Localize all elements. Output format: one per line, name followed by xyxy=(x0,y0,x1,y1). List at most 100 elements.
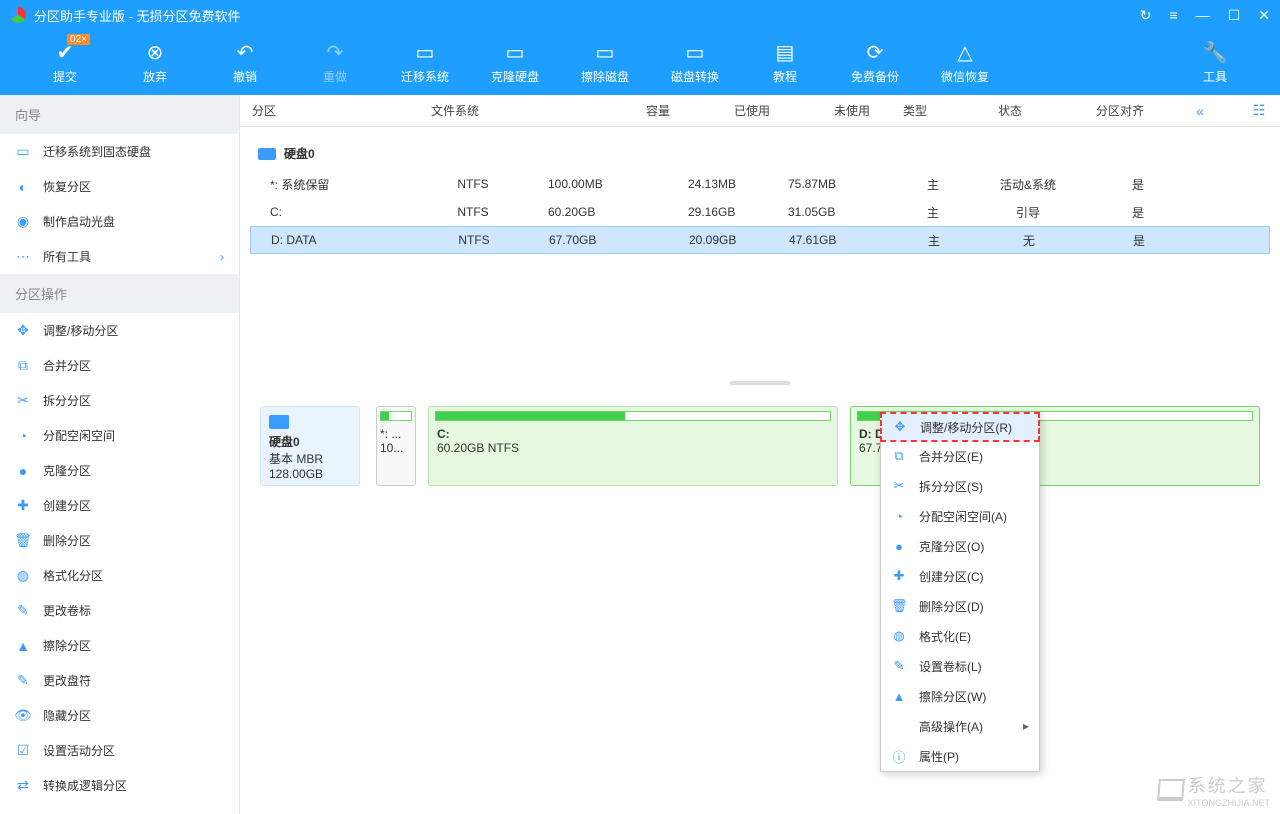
chevron-right-icon: › xyxy=(220,250,224,264)
sidebar: 向导 ▭迁移系统到固态硬盘◐恢复分区◉制作启动光盘⋯所有工具› 分区操作 ✥调整… xyxy=(0,95,240,814)
window-title: 分区助手专业版 - 无损分区免费软件 xyxy=(34,6,1140,25)
sidebar-glyph-icon: ✂ xyxy=(15,393,31,409)
tool-教程[interactable]: ▤教程 xyxy=(740,40,830,85)
op-分配空闲空间[interactable]: ◔分配空闲空间 xyxy=(0,418,239,453)
context-高级操作(A)[interactable]: 高级操作(A)▸ xyxy=(881,711,1039,741)
collapse-columns-icon[interactable]: « xyxy=(1180,103,1220,119)
tool-label: 重做 xyxy=(323,68,347,85)
close-icon[interactable]: ✕ xyxy=(1258,7,1270,24)
context-glyph-icon: ⧉ xyxy=(891,448,907,464)
partition-columns: 分区 文件系统 容量 已使用 未使用 类型 状态 分区对齐 « ☷ xyxy=(240,95,1280,127)
op-设置活动分区[interactable]: ☑设置活动分区 xyxy=(0,733,239,768)
sidebar-glyph-icon: 👁 xyxy=(15,708,31,724)
context-label: 克隆分区(O) xyxy=(919,538,984,555)
tool-icon: ▭ xyxy=(503,40,527,64)
refresh-icon[interactable]: ↻ xyxy=(1140,7,1152,24)
op-格式化分区[interactable]: ◍格式化分区 xyxy=(0,558,239,593)
disk-box-name: 硬盘0 xyxy=(269,433,351,450)
col-filesystem[interactable]: 文件系统 xyxy=(380,102,530,119)
sidebar-item-label: 克隆分区 xyxy=(43,462,91,479)
context-创建分区(C)[interactable]: ✚创建分区(C) xyxy=(881,561,1039,591)
sidebar-item-label: 制作启动光盘 xyxy=(43,213,115,230)
op-转换成逻辑分区[interactable]: ⇄转换成逻辑分区 xyxy=(0,768,239,803)
column-options-icon[interactable]: ☷ xyxy=(1250,102,1280,119)
tool-label: 教程 xyxy=(773,68,797,85)
sidebar-item-label: 设置活动分区 xyxy=(43,742,115,759)
col-partition[interactable]: 分区 xyxy=(240,102,380,119)
volume-*: ...[interactable]: *: ...10... xyxy=(376,406,416,486)
context-格式化(E)[interactable]: ◍格式化(E) xyxy=(881,621,1039,651)
tool-微信恢复[interactable]: △ 微信恢复 xyxy=(920,40,1010,85)
context-擦除分区(W)[interactable]: ▲ 擦除分区(W) xyxy=(881,681,1039,711)
minimize-icon[interactable]: — xyxy=(1196,7,1210,24)
sidebar-glyph-icon: ◍ xyxy=(15,568,31,584)
partition-row[interactable]: D: DATANTFS67.70GB20.09GB47.61GB主无是 xyxy=(250,226,1270,254)
context-分配空闲空间(A)[interactable]: ◔分配空闲空间(A) xyxy=(881,501,1039,531)
context-克隆分区(O)[interactable]: ● 克隆分区(O) xyxy=(881,531,1039,561)
volume-C:[interactable]: C:60.20GB NTFS xyxy=(428,406,838,486)
context-拆分分区(S)[interactable]: ✂拆分分区(S) xyxy=(881,471,1039,501)
disk-visual: 硬盘0 基本 MBR 128.00GB *: ...10...C:60.20GB… xyxy=(240,390,1280,510)
tool-克隆硬盘[interactable]: ▭克隆硬盘 xyxy=(470,40,560,85)
tool-迁移系统[interactable]: ▭迁移系统 xyxy=(380,40,470,85)
context-属性(P)[interactable]: ⓘ属性(P) xyxy=(881,741,1039,771)
tool-icon: ⊗ xyxy=(143,40,167,64)
context-glyph-icon: ● xyxy=(891,539,907,554)
context-删除分区(D)[interactable]: 🗑删除分区(D) xyxy=(881,591,1039,621)
tool-label: 磁盘转换 xyxy=(671,68,719,85)
menu-icon[interactable]: ≡ xyxy=(1170,7,1178,24)
window-controls: ↻ ≡ — ☐ ✕ xyxy=(1140,7,1270,24)
tool-提交[interactable]: ✔提交 xyxy=(20,40,110,85)
op-删除分区[interactable]: 🗑删除分区 xyxy=(0,523,239,558)
partition-row[interactable]: *: 系统保留NTFS100.00MB24.13MB75.87MB主活动&系统是 xyxy=(250,170,1270,198)
context-glyph-icon: ✥ xyxy=(892,419,908,435)
disk-header[interactable]: 硬盘0 xyxy=(240,137,1280,170)
op-更改分区类型[interactable]: ID更改分区类型 xyxy=(0,803,239,814)
tool-label: 免费备份 xyxy=(851,68,899,85)
disk-box-mode: 基本 MBR xyxy=(269,450,351,467)
col-free[interactable]: 未使用 xyxy=(770,102,870,119)
tool-擦除磁盘[interactable]: ▭擦除磁盘 xyxy=(560,40,650,85)
wizard-所有工具[interactable]: ⋯所有工具› xyxy=(0,239,239,274)
col-align[interactable]: 分区对齐 xyxy=(1060,102,1180,119)
disk-summary-box[interactable]: 硬盘0 基本 MBR 128.00GB xyxy=(260,406,360,486)
op-克隆分区[interactable]: ●克隆分区 xyxy=(0,453,239,488)
tool-label: 撤销 xyxy=(233,68,257,85)
sidebar-item-label: 删除分区 xyxy=(43,532,91,549)
tool-重做[interactable]: ↷重做 xyxy=(290,40,380,85)
col-capacity[interactable]: 容量 xyxy=(530,102,670,119)
op-调整/移动分区[interactable]: ✥调整/移动分区 xyxy=(0,313,239,348)
context-label: 拆分分区(S) xyxy=(919,478,983,495)
context-设置卷标(L)[interactable]: ✎设置卷标(L) xyxy=(881,651,1039,681)
tool-免费备份[interactable]: ⟳ 免费备份 xyxy=(830,40,920,85)
tool-磁盘转换[interactable]: ▭磁盘转换 xyxy=(650,40,740,85)
tool-icon: △ xyxy=(953,40,977,64)
wizard-制作启动光盘[interactable]: ◉制作启动光盘 xyxy=(0,204,239,239)
op-合并分区[interactable]: ⧉合并分区 xyxy=(0,348,239,383)
op-创建分区[interactable]: ✚创建分区 xyxy=(0,488,239,523)
tool-放弃[interactable]: ⊗放弃 xyxy=(110,40,200,85)
op-更改卷标[interactable]: ✎更改卷标 xyxy=(0,593,239,628)
submenu-arrow-icon: ▸ xyxy=(1023,719,1029,733)
op-拆分分区[interactable]: ✂拆分分区 xyxy=(0,383,239,418)
tool-label: 微信恢复 xyxy=(941,68,989,85)
maximize-icon[interactable]: ☐ xyxy=(1228,7,1241,24)
context-合并分区(E)[interactable]: ⧉合并分区(E) xyxy=(881,441,1039,471)
col-used[interactable]: 已使用 xyxy=(670,102,770,119)
partition-row[interactable]: C:NTFS60.20GB29.16GB31.05GB主引导是 xyxy=(250,198,1270,226)
context-glyph-icon: ▲ xyxy=(891,689,907,704)
context-调整/移动分区(R)[interactable]: ✥调整/移动分区(R) xyxy=(880,412,1040,442)
col-status[interactable]: 状态 xyxy=(960,102,1060,119)
op-更改盘符[interactable]: ✎更改盘符 xyxy=(0,663,239,698)
tool-tools[interactable]: 🔧 工具 xyxy=(1170,40,1260,85)
title-bar: 分区助手专业版 - 无损分区免费软件 ↻ ≡ — ☐ ✕ xyxy=(0,0,1280,30)
tool-撤销[interactable]: ↶撤销 xyxy=(200,40,290,85)
splitter-handle[interactable] xyxy=(240,376,1280,390)
op-隐藏分区[interactable]: 👁隐藏分区 xyxy=(0,698,239,733)
context-label: 擦除分区(W) xyxy=(919,688,986,705)
wizard-恢复分区[interactable]: ◐恢复分区 xyxy=(0,169,239,204)
op-擦除分区[interactable]: ▲擦除分区 xyxy=(0,628,239,663)
col-type[interactable]: 类型 xyxy=(870,102,960,119)
tool-icon: ⟳ xyxy=(863,40,887,64)
wizard-迁移系统到固态硬盘[interactable]: ▭迁移系统到固态硬盘 xyxy=(0,134,239,169)
